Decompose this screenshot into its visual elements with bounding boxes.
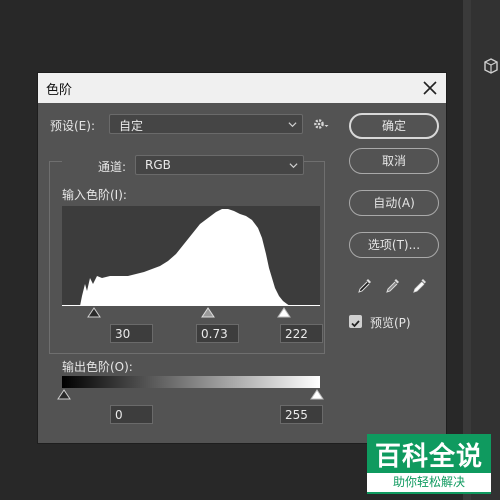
eyedropper-white-icon[interactable]: [411, 276, 429, 294]
right-panel: [463, 0, 500, 500]
output-black-field[interactable]: 0: [110, 405, 153, 424]
output-white-field[interactable]: 255: [280, 405, 323, 424]
auto-button[interactable]: 自动(A): [349, 190, 439, 216]
input-black-slider[interactable]: [87, 307, 101, 318]
panel-divider: [463, 0, 471, 500]
channel-label: 通道:: [98, 160, 127, 174]
preset-label: 预设(E):: [50, 119, 95, 133]
cube-icon[interactable]: [483, 58, 499, 74]
preset-value: 自定: [119, 119, 144, 133]
output-black-slider[interactable]: [57, 389, 71, 400]
eyedropper-black-icon[interactable]: [356, 276, 374, 294]
close-icon[interactable]: [418, 76, 442, 100]
checkbox-checked-icon: [351, 320, 360, 328]
preview-checkbox[interactable]: [349, 315, 362, 328]
gear-icon[interactable]: [313, 117, 329, 131]
preset-select[interactable]: 自定: [109, 114, 303, 134]
input-levels-label: 输入色阶(I):: [62, 188, 127, 202]
channel-select[interactable]: RGB: [135, 155, 304, 175]
options-button[interactable]: 选项(T)...: [349, 232, 439, 258]
dialog-title: 色阶: [46, 83, 73, 98]
dialog-titlebar: 色阶: [38, 73, 446, 103]
channel-value: RGB: [145, 158, 171, 172]
histogram-graph: [62, 209, 320, 306]
eyedropper-gray-icon[interactable]: [384, 276, 402, 294]
watermark-logo: 百科全说 助你轻松解决: [367, 434, 491, 494]
input-white-slider[interactable]: [277, 307, 291, 318]
output-white-slider[interactable]: [310, 389, 324, 400]
cancel-button[interactable]: 取消: [349, 148, 439, 174]
chevron-down-icon: [288, 122, 297, 128]
input-black-field[interactable]: 30: [110, 324, 153, 343]
input-white-field[interactable]: 222: [280, 324, 323, 343]
output-levels-label: 输出色阶(O):: [62, 360, 133, 374]
output-gradient-bar: [62, 376, 320, 388]
levels-dialog: 色阶 预设(E): 自定 通道: RGB 输入色阶(I): 30 0.73 22…: [37, 72, 447, 444]
histogram: [62, 206, 320, 306]
preview-label: 预览(P): [370, 316, 411, 330]
watermark-sub-text: 助你轻松解决: [367, 473, 491, 492]
input-gamma-field[interactable]: 0.73: [196, 324, 239, 343]
input-gamma-slider[interactable]: [201, 307, 215, 318]
ok-button[interactable]: 确定: [349, 113, 439, 139]
watermark-main-text: 百科全说: [374, 442, 483, 472]
chevron-down-icon: [289, 163, 298, 169]
